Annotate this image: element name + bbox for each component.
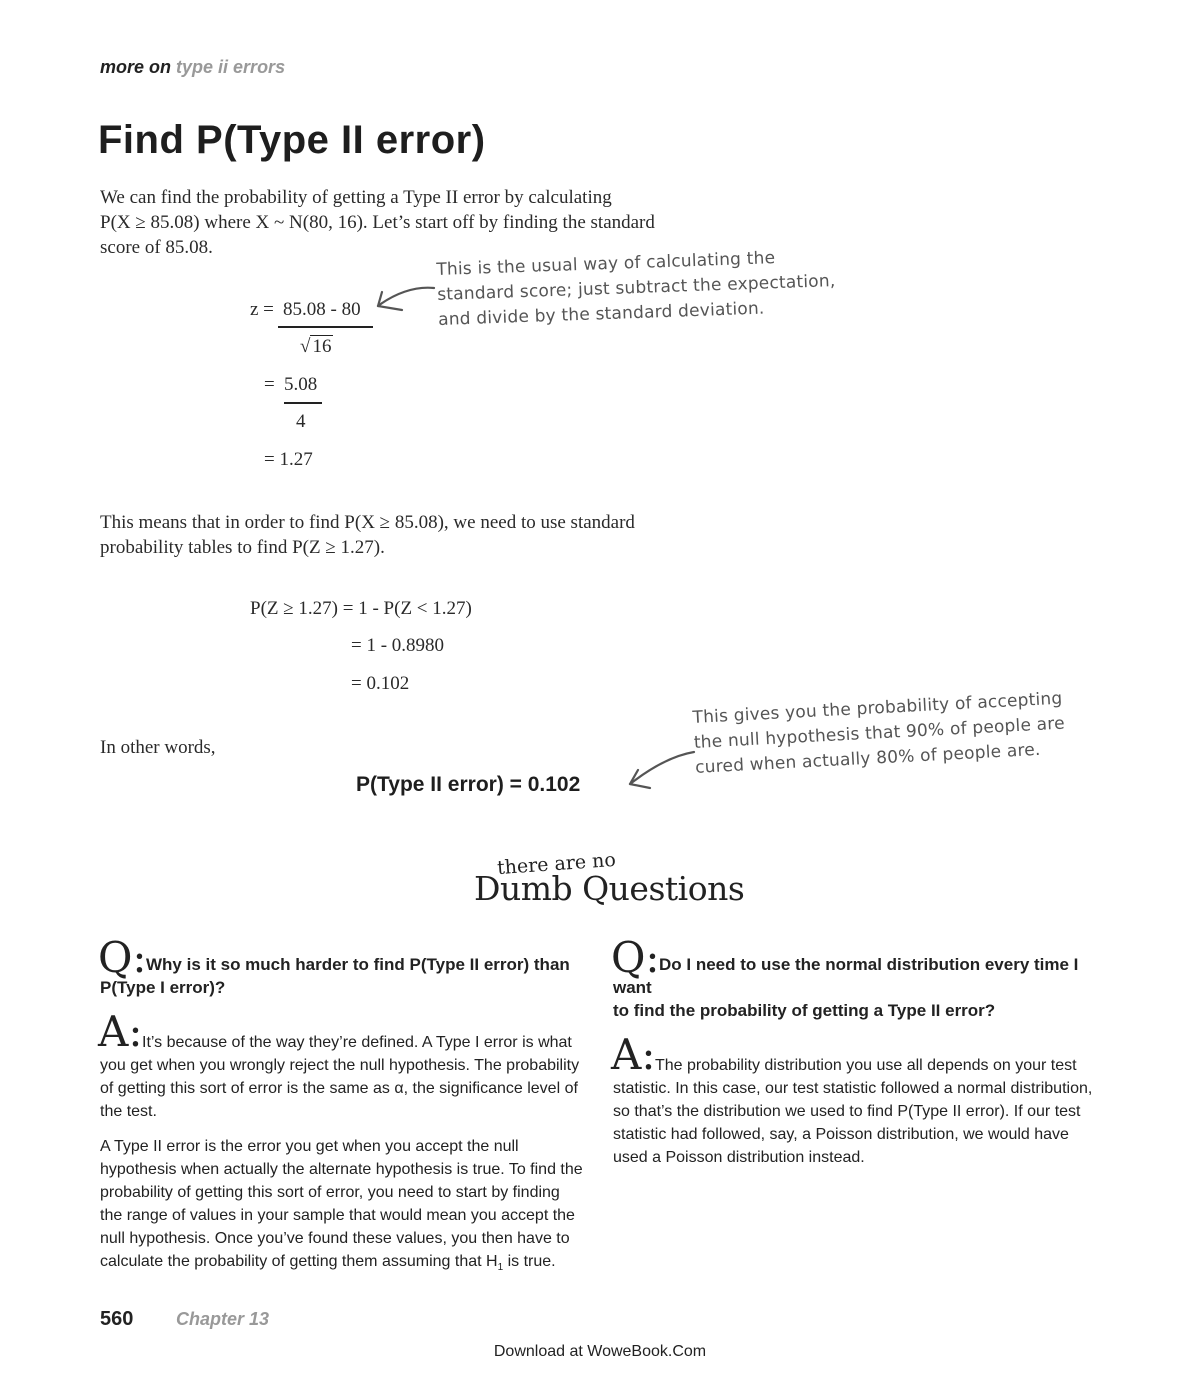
question-line: Do I need to use the normal distribution…	[613, 955, 1079, 997]
annotation-probability: This gives you the probability of accept…	[692, 686, 1075, 781]
annotation-arrow-2	[628, 750, 696, 790]
intro-line: P(X ≥ 85.08) where X ~ N(80, 16). Let’s …	[100, 212, 655, 233]
means-paragraph: This means that in order to find P(X ≥ 8…	[100, 510, 740, 560]
answer-line: so that’s the distribution we used to fi…	[613, 1103, 1081, 1120]
eq2-prefix: =	[264, 374, 275, 395]
question-text: Why is it so much harder to find P(Type …	[100, 937, 590, 999]
qa-right: Q: Do I need to use the normal distribut…	[611, 933, 1103, 1169]
answer-line: the test.	[100, 1103, 157, 1120]
annotation-standard-score: This is the usual way of calculating the…	[436, 243, 858, 333]
numerator-2: 5.08	[284, 374, 318, 395]
answer-line: calculate the probability of getting the…	[100, 1253, 498, 1270]
header-topic: type ii errors	[176, 57, 286, 77]
answer-line: A Type II error is the error you get whe…	[100, 1138, 519, 1155]
answer-line: you get when you wrongly reject the null…	[100, 1057, 580, 1074]
a-mark: A:	[98, 1007, 143, 1056]
answer-line: statistic. In this case, our test statis…	[613, 1080, 1093, 1097]
dumb-questions-heading: Dumb Questions	[474, 869, 745, 908]
annotation-arrow-1	[376, 286, 436, 312]
header-prefix: more on	[100, 57, 172, 77]
probability-line-2: = 1 - 0.8980	[351, 635, 445, 656]
answer-line: statistic had followed, say, a Poisson d…	[613, 1126, 1069, 1143]
page-title: Find P(Type II error)	[98, 118, 486, 162]
answer-line: used a Poisson distribution instead.	[613, 1149, 865, 1166]
answer-paragraph-1: It’s because of the way they’re defined.…	[100, 1017, 590, 1123]
answer-line: hypothesis when actually the alternate h…	[100, 1161, 583, 1178]
q-mark: Q:	[98, 933, 147, 982]
means-line: probability tables to find P(Z ≥ 1.27).	[100, 537, 385, 558]
answer-line: The probability distribution you use all…	[655, 1057, 1077, 1074]
page-number: 560	[100, 1308, 134, 1330]
answer-line: probability of getting this sort of erro…	[100, 1184, 560, 1201]
answer-right: A: The probability distribution you use …	[611, 1034, 1103, 1169]
question-line: to find the probability of getting a Typ…	[613, 1001, 996, 1020]
means-line: This means that in order to find P(X ≥ 8…	[100, 512, 635, 533]
z-result: = 1.27	[264, 449, 313, 470]
type-ii-result: P(Type II error) = 0.102	[356, 773, 581, 796]
denominator-1: 16	[310, 335, 334, 357]
square-root: √ 16	[300, 335, 334, 358]
question-line: Why is it so much harder to find P(Type …	[146, 955, 570, 974]
z-prefix: z =	[250, 299, 274, 320]
q-mark: Q:	[611, 933, 660, 982]
answer-paragraph-2: A Type II error is the error you get whe…	[100, 1135, 590, 1279]
fraction-bar	[278, 326, 373, 328]
other-words: In other words,	[100, 737, 216, 758]
a-mark: A:	[611, 1030, 656, 1079]
running-header: more on type ii errors	[100, 57, 285, 78]
qa-left: Q: Why is it so much harder to find P(Ty…	[98, 933, 590, 1279]
answer-line: It’s because of the way they’re defined.…	[142, 1034, 572, 1051]
answer-line: null hypothesis. Once you’ve found these…	[100, 1230, 570, 1247]
intro-paragraph: We can find the probability of getting a…	[100, 185, 740, 260]
fraction-bar	[284, 402, 322, 404]
answer-paragraph: The probability distribution you use all…	[613, 1040, 1103, 1169]
root-sign: √	[300, 336, 311, 357]
chapter-label: Chapter 13	[176, 1309, 270, 1329]
answer-line: the range of values in your sample that …	[100, 1207, 575, 1224]
question-text: Do I need to use the normal distribution…	[613, 937, 1103, 1022]
z-score-calculation: z = 85.08 - 80 √ 16 = 5.08 4 = 1.27	[240, 292, 440, 482]
intro-line: We can find the probability of getting a…	[100, 187, 612, 208]
answer-left: A: It’s because of the way they’re defin…	[98, 1011, 590, 1279]
answer-line: is true.	[503, 1253, 556, 1270]
answer-line: of getting this sort of error is the sam…	[100, 1080, 578, 1097]
question-left: Q: Why is it so much harder to find P(Ty…	[98, 933, 590, 999]
probability-line-3: = 0.102	[351, 673, 410, 694]
probability-line-1: P(Z ≥ 1.27) = 1 - P(Z < 1.27)	[250, 598, 472, 619]
download-credit: Download at WoweBook.Com	[493, 1343, 707, 1360]
numerator-1: 85.08 - 80	[283, 299, 361, 320]
question-right: Q: Do I need to use the normal distribut…	[611, 933, 1103, 1022]
denominator-2: 4	[296, 411, 306, 432]
